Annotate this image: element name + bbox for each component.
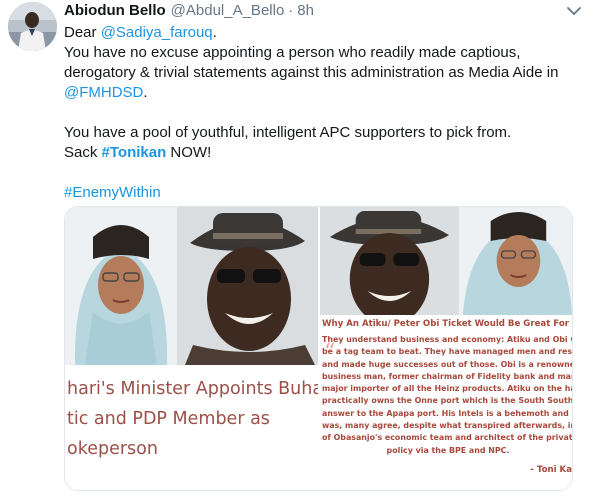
chevron-down-icon[interactable]: [567, 6, 581, 16]
text-span: Dear: [64, 24, 101, 41]
tweet-line: You have no excuse appointing a person w…: [64, 44, 521, 61]
article-photo: [320, 207, 572, 315]
hashtag-tonikan[interactable]: #Tonikan: [102, 144, 167, 161]
article-line: and made huge successes out of those. Ob…: [322, 359, 572, 369]
article-title: Why An Atiku/ Peter Obi Ticket Would Be …: [322, 319, 572, 329]
tweet-timestamp[interactable]: 8h: [297, 2, 314, 19]
article-line: be a tag team to beat. They have managed…: [322, 347, 572, 357]
tweet-line: @FMHDSD.: [64, 83, 584, 103]
article-body: They understand business and economy: At…: [322, 334, 572, 457]
text-span: NOW!: [166, 144, 212, 161]
caption-line: okeperson: [67, 439, 158, 459]
media-image-left[interactable]: hari's Minister Appoints Buhari tic and …: [65, 207, 318, 490]
text-span: Sack: [64, 144, 102, 161]
tweet-header: Abiodun Bello @Abdul_A_Bello · 8h: [64, 2, 314, 24]
mention-fmhdsd[interactable]: @FMHDSD: [64, 84, 143, 101]
article-line: of Obasanjo's economic team and architec…: [322, 433, 572, 443]
author-handle[interactable]: @Abdul_A_Bello: [171, 2, 285, 19]
article-line: policy via the BPE and NPC.: [386, 445, 510, 455]
article-signature: - Toni Ka: [530, 465, 572, 475]
tweet-text: Dear @Sadiya_farouq. You have no excuse …: [64, 23, 584, 203]
caption-line: tic and PDP Member as: [67, 409, 270, 429]
caption-line: hari's Minister Appoints Buhari: [67, 379, 318, 399]
media-image-right[interactable]: Why An Atiku/ Peter Obi Ticket Would Be …: [318, 207, 572, 490]
tweet: Abiodun Bello @Abdul_A_Bello · 8h Dear @…: [0, 0, 593, 496]
minister-photo: [65, 207, 318, 365]
avatar[interactable]: [8, 2, 57, 51]
tweet-line: Dear @Sadiya_farouq.: [64, 23, 584, 43]
article-line: major importer of all the Heinz products…: [322, 384, 572, 394]
text-span: .: [143, 84, 148, 101]
text-span: .: [212, 24, 217, 41]
tweet-line: Sack #Tonikan NOW!: [64, 143, 584, 163]
avatar-photo: [8, 2, 57, 51]
separator-dot: ·: [288, 2, 294, 19]
left-image-caption: hari's Minister Appoints Buhari tic and …: [67, 374, 318, 464]
hashtag-enemywithin[interactable]: #EnemyWithin: [64, 184, 161, 201]
author-name[interactable]: Abiodun Bello: [64, 2, 166, 19]
article-line: practically owns the Onne port which is …: [322, 396, 572, 406]
tweet-line: #EnemyWithin: [64, 183, 584, 203]
tweet-line: derogatory & trivial statements against …: [64, 64, 559, 81]
article-line: answer to the Apapa port. His Intels is …: [322, 408, 572, 418]
article-line: business man, former chairman of Fidelit…: [322, 371, 572, 381]
tweet-line: You have a pool of youthful, intelligent…: [64, 124, 512, 141]
tweet-media: hari's Minister Appoints Buhari tic and …: [64, 206, 573, 491]
mention-sadiya-farouq[interactable]: @Sadiya_farouq: [101, 24, 213, 41]
article-line: was, many agree, despite what transpired…: [322, 421, 572, 431]
article-line: They understand business and economy: At…: [322, 335, 572, 344]
